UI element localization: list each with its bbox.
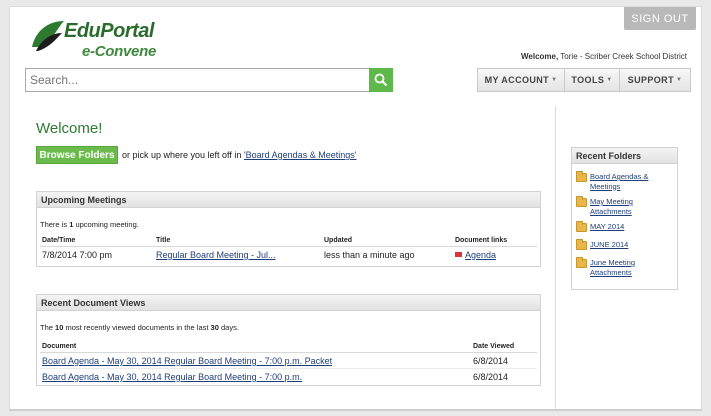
document-link[interactable]: Board Agenda - May 30, 2014 Regular Boar… [42, 356, 332, 366]
upcoming-summary: There is 1 upcoming meeting. [40, 220, 139, 229]
folder-item[interactable]: May Meeting Attachments [576, 196, 670, 216]
folder-label: June Meeting Attachments [590, 258, 636, 277]
chevron-down-icon: ▼ [606, 77, 613, 83]
column-header: Document links [455, 237, 508, 244]
summary-post: upcoming meeting. [75, 220, 139, 229]
column-header: Updated [324, 237, 352, 244]
nav-my-account-label: MY ACCOUNT [484, 75, 550, 85]
upcoming-meetings-panel: Upcoming Meetings There is 1 upcoming me… [36, 191, 541, 267]
last-folder-link[interactable]: 'Board Agendas & Meetings' [244, 150, 357, 160]
logo-text: EduPortal [64, 20, 154, 42]
top-nav: MY ACCOUNT ▼ TOOLS ▼ SUPPORT ▼ [477, 68, 691, 92]
search-button[interactable] [369, 68, 393, 92]
browse-folders-button[interactable]: Browse Folders [36, 146, 118, 164]
column-header: Date Viewed [473, 343, 515, 350]
nav-support-label: SUPPORT [627, 75, 674, 85]
leaf-logo-icon [32, 21, 64, 51]
column-divider [555, 106, 556, 411]
panel-heading: Recent Folders [572, 148, 677, 164]
folder-item[interactable]: Board Agendas & Meetings [576, 171, 670, 191]
panel-heading: Recent Document Views [37, 295, 540, 311]
row-divider [40, 368, 537, 369]
header-divider [40, 246, 537, 247]
summary-pre: There is [40, 220, 68, 229]
folder-label: MAY 2014 [590, 222, 625, 231]
meeting-title-link[interactable]: Regular Board Meeting - Jul... [156, 250, 276, 260]
nav-my-account[interactable]: MY ACCOUNT ▼ [478, 69, 565, 91]
document-link[interactable]: Board Agenda - May 30, 2014 Regular Boar… [42, 372, 302, 382]
nav-support[interactable]: SUPPORT ▼ [620, 69, 690, 91]
panel-heading: Upcoming Meetings [37, 192, 540, 208]
search-icon [374, 73, 388, 87]
welcome-prefix: Welcome, [521, 52, 559, 61]
folder-label: May Meeting Attachments [590, 197, 633, 216]
folder-item[interactable]: MAY 2014 [576, 221, 670, 232]
summary-pre: The [40, 323, 53, 332]
column-header: Document [42, 343, 77, 350]
summary-mid: most recently viewed documents in the la… [65, 323, 209, 332]
recent-documents-panel: Recent Document Views The 10 most recent… [36, 294, 541, 386]
page: SIGN OUT EduPortal e-Convene Welcome, To… [9, 6, 702, 411]
folder-icon [576, 221, 587, 232]
meeting-datetime: 7/8/2014 7:00 pm [42, 250, 113, 260]
folder-icon [576, 196, 587, 207]
welcome-user: Torie - Scriber Creek School District [560, 52, 687, 61]
logo-subtitle: e-Convene [82, 43, 156, 60]
chevron-down-icon: ▼ [675, 77, 683, 83]
agenda-link-label: Agenda [465, 250, 497, 260]
chevron-down-icon: ▼ [551, 77, 558, 83]
page-title: Welcome! [36, 120, 103, 137]
folder-item[interactable]: June Meeting Attachments [576, 257, 670, 277]
pickup-line: or pick up where you left off in 'Board … [122, 150, 356, 160]
search-bar [25, 68, 393, 92]
recent-docs-summary: The 10 most recently viewed documents in… [40, 323, 239, 332]
folder-icon [576, 257, 587, 268]
column-header: Date/Time [42, 237, 76, 244]
agenda-doc-link[interactable]: Agenda [455, 250, 496, 260]
folder-label: Board Agendas & Meetings [590, 172, 649, 191]
summary-count: 10 [55, 323, 64, 332]
folder-label: JUNE 2014 [590, 240, 629, 249]
summary-post: days. [220, 323, 239, 332]
eduportal-logo[interactable]: EduPortal e-Convene [28, 17, 178, 63]
folder-icon [576, 171, 587, 182]
nav-tools-label: TOOLS [571, 75, 605, 85]
meeting-updated: less than a minute ago [324, 250, 415, 260]
folder-icon [576, 239, 587, 250]
date-viewed: 6/8/2014 [473, 356, 509, 366]
welcome-user-line: Welcome, Torie - Scriber Creek School Di… [521, 52, 687, 61]
date-viewed: 6/8/2014 [473, 372, 509, 382]
search-input[interactable] [26, 69, 372, 91]
nav-tools[interactable]: TOOLS ▼ [565, 69, 620, 91]
folder-item[interactable]: JUNE 2014 [576, 239, 670, 250]
column-header: Title [156, 237, 171, 244]
pdf-icon [455, 252, 462, 257]
summary-days: 30 [210, 323, 219, 332]
pickup-text: or pick up where you left off in [122, 150, 242, 160]
header-divider [40, 352, 537, 353]
recent-folders-panel: Recent Folders Board Agendas & Meetings … [571, 147, 678, 290]
page-bottom-border [9, 409, 702, 411]
sign-out-button[interactable]: SIGN OUT [624, 7, 696, 30]
summary-count: 1 [69, 220, 74, 229]
